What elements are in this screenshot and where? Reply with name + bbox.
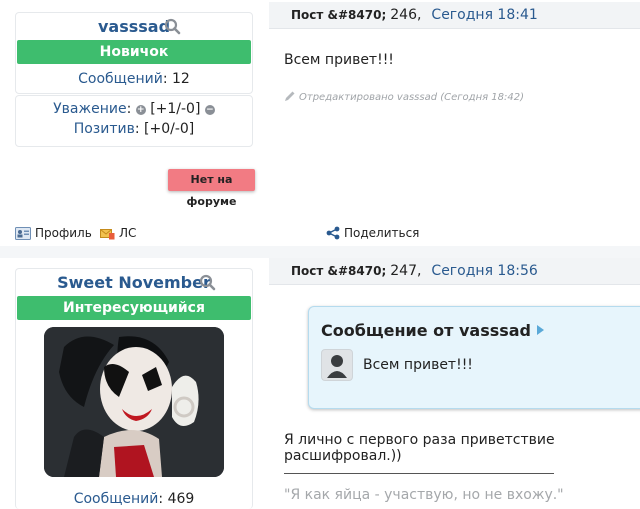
message-icon (100, 229, 115, 240)
messages-count: Сообщений: 12 (78, 71, 190, 87)
post-header: Пост &#8470; 247, Сегодня 18:56 (269, 258, 640, 285)
positive-line: Позитив: [+0/-0] (73, 121, 195, 137)
user-silhouette-icon (327, 355, 347, 378)
profile-link[interactable]: Профиль (15, 225, 92, 241)
post-header: Пост &#8470; 246, Сегодня 18:41 (269, 2, 640, 29)
profile-label: Профиль (35, 226, 92, 240)
search-icon[interactable] (199, 274, 216, 291)
messages-value: 12 (172, 71, 190, 87)
author-card: vasssad Новичок Сообщений: 12 (15, 12, 253, 94)
pm-label: ЛС (119, 226, 137, 240)
post-body: Я лично с первого раза приветствие расши… (284, 432, 555, 464)
post-body: Всем привет!!! (284, 52, 394, 68)
post-label: Пост &#8470; (291, 264, 387, 278)
quote-author-avatar (321, 349, 353, 381)
post-date-link[interactable]: Сегодня 18:41 (431, 7, 537, 23)
post-separator (0, 246, 640, 258)
messages-value: 469 (167, 491, 195, 507)
author-row: vasssad (16, 13, 252, 40)
quote-jump-arrow-icon[interactable] (537, 325, 545, 335)
search-icon[interactable] (164, 18, 181, 35)
signature-divider (284, 473, 554, 474)
post-number[interactable]: 247, (390, 263, 421, 279)
reputation-label: Уважение (53, 101, 127, 117)
signature-text: "Я как яйца - участвую, но не вхожу." (284, 487, 564, 503)
pencil-icon (285, 91, 295, 101)
share-label: Поделиться (344, 226, 420, 240)
post-label: Пост &#8470; (291, 8, 387, 22)
quote-title: Сообщение от vasssad (321, 321, 545, 340)
share-link[interactable]: Поделиться (326, 225, 419, 241)
reputation-value: [+1/-0] (150, 101, 201, 117)
avatar-image (44, 327, 224, 477)
quote-text: Всем привет!!! (363, 357, 473, 373)
rank-badge: Новичок (17, 40, 251, 64)
messages-label: Сообщений (73, 491, 159, 507)
messages-count: Сообщений: 469 (73, 491, 195, 507)
post-date-link[interactable]: Сегодня 18:56 (431, 263, 537, 279)
quote-title-text: Сообщение от vasssad (321, 321, 532, 340)
quote-box: Сообщение от vasssad Всем привет!!! (308, 306, 640, 409)
reputation-plus-icon[interactable]: + (135, 105, 146, 115)
author-row: Sweet November (16, 269, 252, 296)
messages-label: Сообщений (78, 71, 163, 87)
author-name-link[interactable]: vasssad (98, 17, 170, 36)
share-icon (326, 226, 340, 240)
reputation-box: Уважение: + [+1/-0] − Позитив: [+0/-0] (15, 95, 253, 147)
post-number[interactable]: 246, (390, 7, 421, 23)
edited-note: Отредактировано vasssad (Сегодня 18:42) (284, 90, 524, 105)
positive-label: Позитив (73, 121, 135, 137)
offline-status-badge: Нет на форуме (168, 169, 255, 208)
profile-card-icon (15, 227, 31, 240)
author-name-link[interactable]: Sweet November (57, 273, 211, 292)
reputation-line: Уважение: + [+1/-0] − (53, 101, 215, 117)
edited-text: Отредактировано vasssad (Сегодня 18:42) (299, 92, 525, 103)
rank-badge: Интересующийся (17, 296, 251, 320)
avatar (44, 327, 224, 477)
reputation-minus-icon[interactable]: − (204, 105, 215, 115)
positive-value: [+0/-0] (144, 121, 195, 137)
pm-link[interactable]: ЛС (100, 225, 136, 241)
